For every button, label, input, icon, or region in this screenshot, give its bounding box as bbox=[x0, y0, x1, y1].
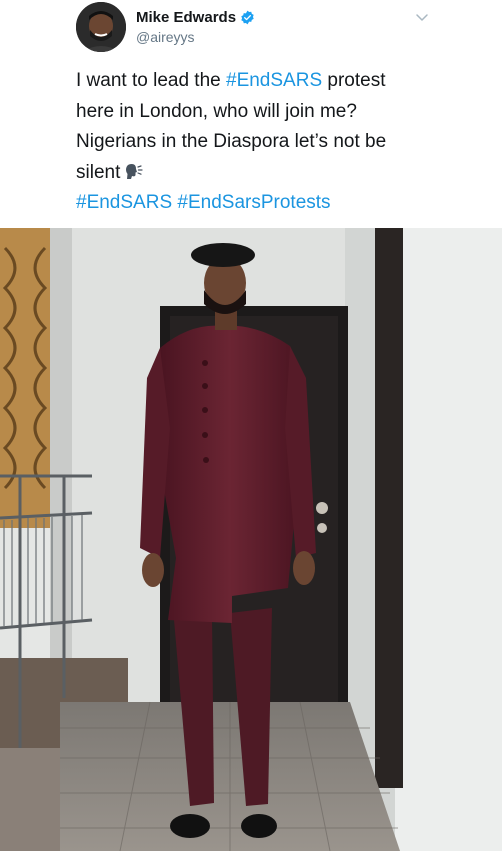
tweet-card: Mike Edwards @aireyys I want to lead the… bbox=[0, 0, 502, 851]
avatar[interactable] bbox=[76, 2, 126, 52]
verified-badge-icon bbox=[240, 10, 255, 25]
name-row: Mike Edwards bbox=[136, 9, 255, 26]
tweet-text-segment: protest bbox=[322, 70, 386, 91]
chevron-down-icon[interactable] bbox=[414, 9, 430, 25]
tweet-header: Mike Edwards @aireyys bbox=[0, 0, 502, 60]
tweet-line-4: silent bbox=[76, 158, 476, 189]
tweet-line-3: Nigerians in the Diaspora let’s not be bbox=[76, 131, 387, 152]
user-handle[interactable]: @aireyys bbox=[136, 29, 195, 45]
tweet-line-1: I want to lead the #EndSARS protest bbox=[76, 66, 476, 97]
hashtag-link[interactable]: #EndSarsProtests bbox=[177, 192, 330, 213]
hashtag-link[interactable]: #EndSARS bbox=[226, 70, 322, 91]
tweet-photo[interactable] bbox=[0, 228, 502, 851]
tweet-line-5: #EndSARS #EndSarsProtests bbox=[76, 188, 476, 219]
tweet-text: I want to lead the #EndSARS protest here… bbox=[76, 66, 476, 219]
speaking-head-icon bbox=[124, 160, 144, 179]
tweet-text-segment: silent bbox=[76, 161, 121, 183]
tweet-text-segment: I want to lead the bbox=[76, 70, 226, 91]
display-name[interactable]: Mike Edwards bbox=[136, 9, 236, 26]
hashtag-link[interactable]: #EndSARS bbox=[76, 192, 172, 213]
tweet-line-2: here in London, who will join me? bbox=[76, 100, 357, 122]
